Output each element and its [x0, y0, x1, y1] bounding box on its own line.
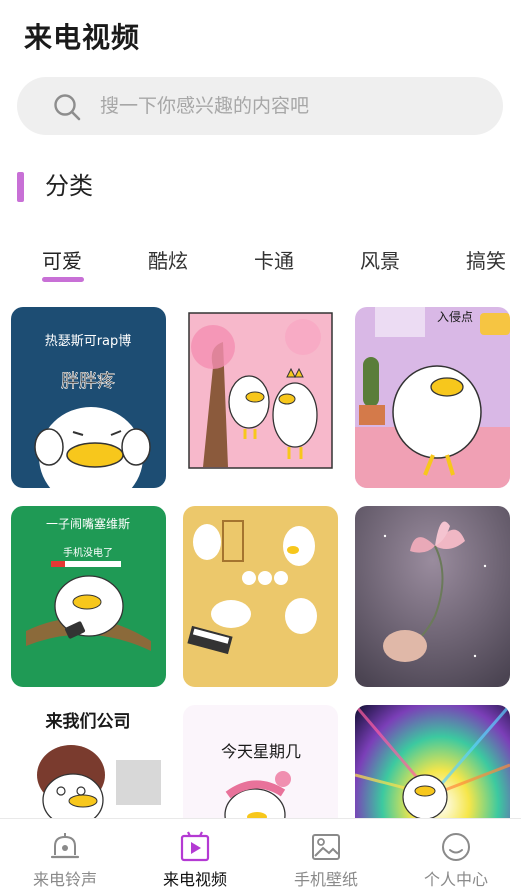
- nav-label-call-video: 来电视频: [162, 870, 227, 889]
- card-4-caption: 一子闹嘴塞维斯: [46, 516, 130, 531]
- page-title: 来电视频: [24, 21, 141, 54]
- card-1-art: 热瑟斯可rap博 胖胖疼: [11, 307, 166, 488]
- video-card[interactable]: [183, 506, 338, 687]
- tab-cute[interactable]: 可爱: [42, 244, 82, 278]
- card-1-sub: 胖胖疼: [61, 371, 115, 392]
- nav-label-ringtones: 来电铃声: [32, 870, 97, 889]
- nav-ringtones[interactable]: 来电铃声: [0, 819, 130, 895]
- nav-label-wallpaper: 手机壁纸: [293, 870, 358, 889]
- search-input[interactable]: 搜一下你感兴趣的内容吧: [100, 92, 309, 120]
- card-5-art: [183, 506, 338, 687]
- smile-icon: [442, 833, 470, 861]
- nav-label-profile: 个人中心: [423, 870, 488, 889]
- card-8-caption: 今天星期几: [221, 742, 301, 761]
- video-card[interactable]: [183, 307, 338, 488]
- card-6-art: [355, 506, 510, 687]
- tab-cool[interactable]: 酷炫: [148, 244, 188, 278]
- nav-profile[interactable]: 个人中心: [391, 819, 521, 895]
- video-card[interactable]: 入侵点: [355, 307, 510, 488]
- tab-scenery[interactable]: 风景: [360, 244, 400, 278]
- nav-call-video[interactable]: 来电视频: [130, 819, 260, 895]
- tab-cartoon[interactable]: 卡通: [254, 244, 294, 278]
- video-card[interactable]: 一子闹嘴塞维斯 手机没电了: [11, 506, 166, 687]
- card-3-art: 入侵点: [355, 307, 510, 488]
- section-title: 分类: [45, 172, 93, 200]
- bell-icon: [50, 833, 80, 859]
- active-tab-indicator: [42, 277, 84, 282]
- tab-funny[interactable]: 搞笑: [466, 244, 506, 278]
- bottom-nav: 来电铃声 来电视频 手机壁纸 个人中心: [0, 818, 521, 895]
- video-play-icon: [180, 831, 210, 862]
- section-accent-bar: [17, 172, 24, 202]
- card-2-art: [183, 307, 338, 488]
- video-card[interactable]: [355, 506, 510, 687]
- card-3-caption: 入侵点: [437, 309, 473, 324]
- search-icon[interactable]: [52, 92, 82, 122]
- video-card[interactable]: 热瑟斯可rap博 胖胖疼: [11, 307, 166, 488]
- card-7-caption: 来我们公司: [45, 711, 131, 732]
- nav-wallpaper[interactable]: 手机壁纸: [261, 819, 391, 895]
- card-1-caption: 热瑟斯可rap博: [45, 334, 132, 349]
- image-icon: [312, 834, 340, 860]
- card-4-art: 一子闹嘴塞维斯 手机没电了: [11, 506, 166, 687]
- card-4-sub: 手机没电了: [63, 546, 113, 559]
